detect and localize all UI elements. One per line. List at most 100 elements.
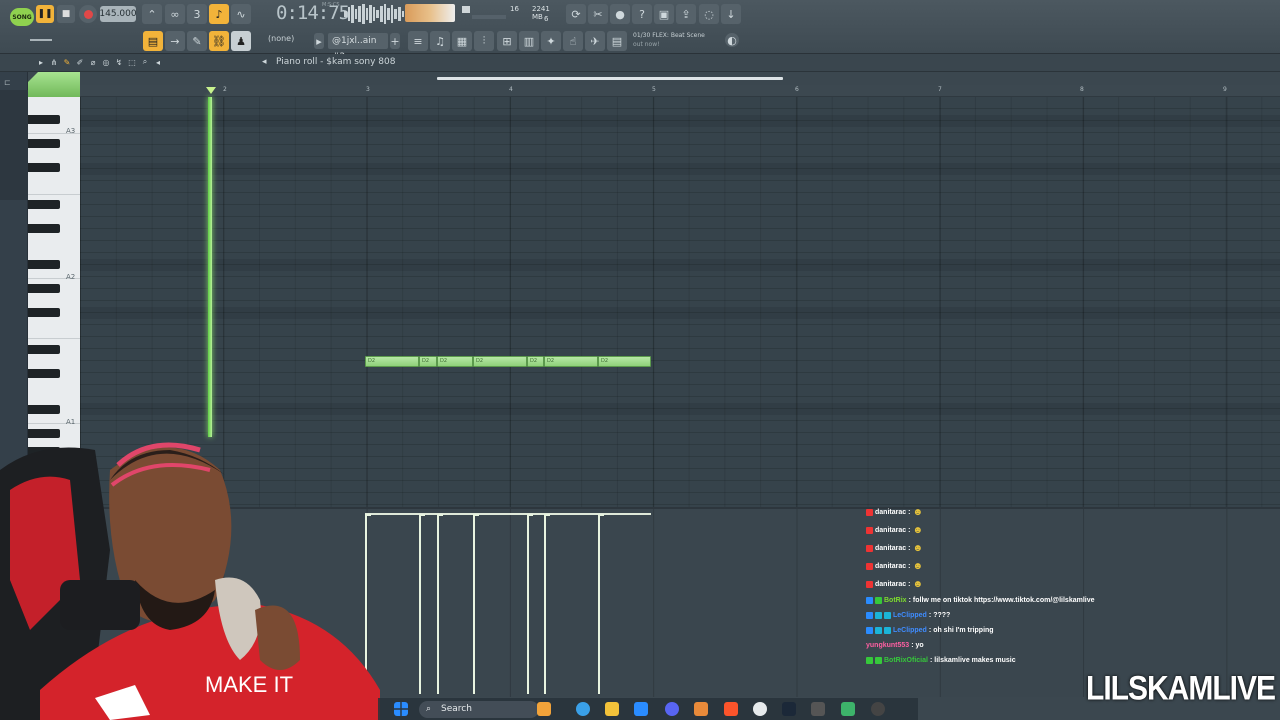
4k-app-icon[interactable] bbox=[871, 702, 885, 716]
loop-record-icon[interactable]: ∿ bbox=[231, 4, 251, 24]
countdown-icon[interactable]: 3 bbox=[187, 4, 207, 24]
horizontal-scrollbar[interactable] bbox=[437, 77, 783, 80]
black-key[interactable] bbox=[28, 115, 60, 124]
slice-tool-icon[interactable]: ↯ bbox=[114, 57, 124, 67]
chat-message: danitarac: ☻ bbox=[866, 543, 923, 554]
paint-tool-icon[interactable]: ✐ bbox=[75, 57, 85, 67]
playlist-icon[interactable]: ≡ bbox=[408, 31, 428, 51]
velocity-bar[interactable] bbox=[598, 514, 604, 694]
delete-tool-icon[interactable]: ⌀ bbox=[88, 57, 98, 67]
black-key[interactable] bbox=[28, 139, 60, 148]
chat-username: danitarac bbox=[875, 509, 907, 516]
piano-roll-corner-tab[interactable] bbox=[28, 72, 80, 98]
black-key[interactable] bbox=[28, 163, 60, 172]
sidebar-toggle-icon[interactable]: ⊏ bbox=[4, 78, 11, 87]
obs-icon[interactable] bbox=[753, 702, 767, 716]
step-edit-icon[interactable]: ♪ bbox=[209, 4, 229, 24]
velocity-bar[interactable] bbox=[437, 514, 443, 694]
fl-studio-icon[interactable] bbox=[694, 702, 708, 716]
tempo-display[interactable]: 145.000 bbox=[99, 6, 137, 22]
plugin-picker-icon[interactable]: ✦ bbox=[541, 31, 561, 51]
save-icon[interactable]: ▣ bbox=[654, 4, 674, 24]
taskbar-app-icon[interactable] bbox=[537, 702, 551, 716]
note[interactable]: D2 bbox=[365, 356, 419, 367]
black-key[interactable] bbox=[28, 224, 60, 233]
taskbar-search[interactable]: ⌕ Search bbox=[419, 701, 539, 718]
microphone-icon[interactable]: ● bbox=[610, 4, 630, 24]
velocity-bar[interactable] bbox=[544, 514, 550, 694]
edge-icon[interactable] bbox=[576, 702, 590, 716]
note[interactable]: D2 bbox=[419, 356, 437, 367]
download-icon[interactable]: ↓ bbox=[721, 4, 741, 24]
taskbar-app-icon[interactable] bbox=[811, 702, 825, 716]
link-icon[interactable]: ⛓ bbox=[209, 31, 229, 51]
note[interactable]: D2 bbox=[437, 356, 473, 367]
record-button[interactable] bbox=[79, 5, 97, 23]
typing-keyboard-icon[interactable]: ▤ bbox=[143, 31, 163, 51]
stop-button[interactable]: ■ bbox=[57, 5, 75, 23]
stamp-icon[interactable]: ♟ bbox=[231, 31, 251, 51]
brave-icon[interactable] bbox=[724, 702, 738, 716]
draw-icon[interactable]: ✎ bbox=[187, 31, 207, 51]
template-icon[interactable]: ▤ bbox=[607, 31, 627, 51]
note[interactable]: D2 bbox=[527, 356, 544, 367]
zoom-tool-icon[interactable]: ⌕ bbox=[140, 57, 150, 67]
speaker-icon[interactable]: ◂ bbox=[262, 57, 267, 67]
note[interactable]: D2 bbox=[473, 356, 527, 367]
black-key[interactable] bbox=[28, 200, 60, 209]
channel-rack-icon[interactable]: ▦ bbox=[452, 31, 472, 51]
select-tool-icon[interactable]: ⬚ bbox=[127, 57, 137, 67]
pattern-add-icon[interactable]: + bbox=[390, 33, 400, 49]
render-icon[interactable]: ⇪ bbox=[676, 4, 696, 24]
pause-button[interactable]: ❚❚ bbox=[36, 5, 54, 23]
project-icon[interactable]: ✈ bbox=[585, 31, 605, 51]
steam-icon[interactable] bbox=[782, 702, 796, 716]
black-key[interactable] bbox=[28, 308, 60, 317]
channel-rack-2-icon[interactable]: ⊞ bbox=[497, 31, 517, 51]
news-hint[interactable]: 01/30 FLEX: Beat Scene out now! bbox=[633, 31, 705, 49]
svg-text:MAKE IT: MAKE IT bbox=[205, 672, 293, 697]
chat-icon[interactable]: ◌ bbox=[699, 4, 719, 24]
playhead-marker[interactable] bbox=[206, 87, 216, 94]
master-volume-slider[interactable] bbox=[30, 39, 52, 41]
refresh-icon[interactable]: ⟳ bbox=[566, 4, 586, 24]
velocity-bar[interactable] bbox=[527, 514, 533, 694]
key-label-a1: A1 bbox=[66, 418, 76, 426]
file-explorer-icon[interactable] bbox=[605, 702, 619, 716]
black-key[interactable] bbox=[28, 405, 60, 414]
mute-tool-icon[interactable]: ◎ bbox=[101, 57, 111, 67]
note[interactable]: D2 bbox=[544, 356, 598, 367]
pattern-prev-icon[interactable]: ▸ bbox=[314, 33, 324, 49]
pattern-selector[interactable]: @1jxl..ain #2 bbox=[328, 33, 388, 62]
cut-icon[interactable]: ✂ bbox=[588, 4, 608, 24]
mixer-icon[interactable]: ⫶ bbox=[474, 31, 494, 51]
touch-keyboard-icon[interactable]: ☝ bbox=[563, 31, 583, 51]
piano-keyboard[interactable]: A3 A2 A1 bbox=[28, 97, 80, 457]
song-mode-toggle[interactable]: SONG bbox=[10, 8, 34, 26]
black-key[interactable] bbox=[28, 260, 60, 269]
discord-icon[interactable] bbox=[665, 702, 679, 716]
piano-roll-icon[interactable]: ♫ bbox=[430, 31, 450, 51]
help-icon[interactable]: ? bbox=[632, 4, 652, 24]
velocity-bar[interactable] bbox=[419, 514, 425, 694]
black-key[interactable] bbox=[28, 369, 60, 378]
pencil-tool-icon[interactable]: ✎ bbox=[62, 57, 72, 67]
note[interactable]: D2 bbox=[598, 356, 651, 367]
black-key[interactable] bbox=[28, 284, 60, 293]
metronome-icon[interactable]: ⌃ bbox=[142, 4, 162, 24]
wait-input-icon[interactable]: ∞ bbox=[165, 4, 185, 24]
snap-selector[interactable]: (none) bbox=[268, 34, 294, 43]
taskbar-app-icon[interactable] bbox=[841, 702, 855, 716]
store-icon[interactable] bbox=[634, 702, 648, 716]
timeline-ruler[interactable]: 2 3 4 5 6 7 8 9 bbox=[80, 85, 1280, 97]
browser-icon[interactable]: ▥ bbox=[519, 31, 539, 51]
playhead[interactable] bbox=[208, 97, 212, 437]
black-key[interactable] bbox=[28, 345, 60, 354]
news-settings-icon[interactable]: ◐ bbox=[725, 33, 739, 47]
snap-arrow-icon[interactable]: → bbox=[165, 31, 185, 51]
playback-tool-icon[interactable]: ◂ bbox=[153, 57, 163, 67]
velocity-bar[interactable] bbox=[473, 514, 479, 694]
magnet-icon[interactable]: ⋔ bbox=[49, 57, 59, 67]
chat-badge-icon bbox=[884, 627, 891, 634]
menu-arrow-icon[interactable]: ▸ bbox=[36, 57, 46, 67]
